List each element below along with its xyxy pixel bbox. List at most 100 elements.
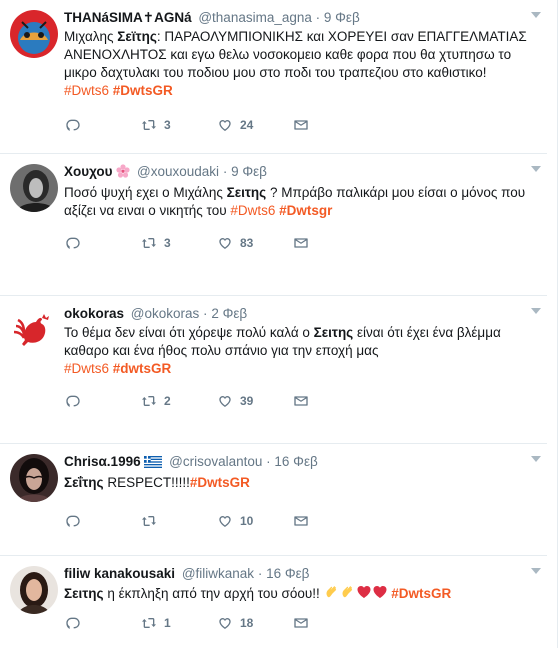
red-heart-emoji: [372, 584, 388, 605]
direct-message-button[interactable]: [292, 615, 368, 631]
tweet-text: Σεΐτης RESPECT!!!!!#DwtsGR: [64, 474, 539, 492]
reply-icon: [64, 117, 82, 133]
retweet-count: 3: [164, 236, 171, 250]
avatar[interactable]: [10, 164, 58, 212]
tweet[interactable]: okokoras @okokoras · 2 Φεβ Το θέμα δεν ε…: [0, 296, 547, 444]
reply-icon: [64, 235, 82, 251]
like-button[interactable]: 18: [216, 615, 292, 631]
tweet-text-part: RESPECT!!!!!: [103, 475, 190, 490]
highlighted-term: Σειτης: [226, 185, 267, 200]
tweet-header: filiw kanakousaki @filiwkanak · 16 Φεβ: [64, 565, 539, 583]
display-name[interactable]: Χουχου: [64, 164, 113, 179]
tweet-actions: 1 18: [64, 614, 368, 632]
tweet-actions: 3 83: [64, 234, 368, 252]
hashtag-link[interactable]: #Dwts6: [64, 361, 109, 376]
display-name[interactable]: Chrisα.1996: [64, 454, 141, 469]
retweet-button[interactable]: [140, 513, 216, 529]
retweet-icon: [140, 235, 158, 251]
tweet[interactable]: THANáSIMA✝AGNá @thanasima_agna · 9 Φεβ Μ…: [0, 0, 547, 154]
user-handle[interactable]: @xouxoudaki: [137, 164, 219, 179]
retweet-button[interactable]: 1: [140, 615, 216, 631]
tweet-text-part: Μιχαλης: [64, 29, 118, 44]
reply-button[interactable]: [64, 615, 140, 631]
tweet-timestamp[interactable]: 16 Φεβ: [274, 454, 317, 469]
heart-icon: [216, 117, 234, 133]
like-button[interactable]: 24: [216, 117, 292, 133]
reply-button[interactable]: [64, 513, 140, 529]
highlighted-term: Σεϊτης: [117, 29, 157, 44]
hashtag-link[interactable]: #dwtsGR: [113, 361, 172, 376]
reply-button[interactable]: [64, 393, 140, 409]
display-name[interactable]: okokoras: [64, 306, 124, 321]
separator-dot: ·: [257, 566, 263, 581]
tweet[interactable]: Χουχου @xouxoudaki · 9 Φεβ Ποσό ψυχή εχε…: [0, 154, 547, 296]
heart-icon: [216, 393, 234, 409]
retweet-button[interactable]: 3: [140, 235, 216, 251]
tweet-text-part: η έκπληξη από την αρχή του σόου!!: [103, 586, 324, 601]
like-count: 10: [240, 514, 254, 528]
retweet-count: 3: [164, 118, 171, 132]
tweet-timestamp[interactable]: 16 Φεβ: [266, 566, 309, 581]
direct-message-button[interactable]: [292, 393, 368, 409]
reply-icon: [64, 615, 82, 631]
tweet-timestamp[interactable]: 9 Φεβ: [324, 10, 360, 25]
hashtag-link[interactable]: #DwtsGR: [391, 586, 451, 601]
like-button[interactable]: 10: [216, 513, 292, 529]
heart-icon: [216, 513, 234, 529]
avatar[interactable]: [10, 10, 58, 58]
like-count: 18: [240, 616, 254, 630]
like-button[interactable]: 39: [216, 393, 292, 409]
avatar[interactable]: [10, 306, 58, 354]
display-name[interactable]: THANáSIMA✝AGNá: [64, 10, 192, 25]
like-count: 83: [240, 236, 254, 250]
tweet-text-part: Το θέμα δεν είναι ότι χόρεψε πολύ καλά ο: [64, 325, 314, 340]
heart-icon: [216, 615, 234, 631]
tweet-text: Σειτης η έκπληξη από την αρχή του σόου!!…: [64, 584, 539, 605]
retweet-button[interactable]: 2: [140, 393, 216, 409]
tweet-timestamp[interactable]: 9 Φεβ: [231, 164, 267, 179]
direct-message-button[interactable]: [292, 235, 368, 251]
clapping-hands-emoji: [324, 584, 340, 605]
hashtag-link[interactable]: #DwtsGR: [113, 83, 173, 98]
direct-message-button[interactable]: [292, 513, 368, 529]
hashtag-link[interactable]: #Dwtsgr: [279, 203, 332, 218]
highlighted-term: Σεΐτης: [64, 475, 104, 490]
tweet-text: Ποσό ψυχή εχει ο Μιχάλης Σειτης ? Μπράβο…: [64, 184, 539, 220]
separator-dot: ·: [222, 164, 228, 179]
separator-dot: ·: [315, 10, 321, 25]
hashtag-link[interactable]: #Dwts6: [64, 83, 109, 98]
hashtag-link[interactable]: #DwtsGR: [190, 475, 250, 490]
tweet[interactable]: filiw kanakousaki @filiwkanak · 16 Φεβ Σ…: [0, 556, 547, 648]
highlighted-term: Σειτης: [64, 586, 104, 601]
avatar[interactable]: [10, 454, 58, 502]
cherry-blossom-emoji: [116, 164, 130, 183]
direct-message-icon: [292, 235, 310, 251]
reply-button[interactable]: [64, 117, 140, 133]
tweet-text: Το θέμα δεν είναι ότι χόρεψε πολύ καλά ο…: [64, 324, 539, 378]
reply-icon: [64, 393, 82, 409]
user-handle[interactable]: @thanasima_agna: [198, 10, 312, 25]
user-handle[interactable]: @okokoras: [131, 306, 199, 321]
like-count: 39: [240, 394, 254, 408]
like-button[interactable]: 83: [216, 235, 292, 251]
direct-message-icon: [292, 117, 310, 133]
separator-dot: ·: [266, 454, 271, 469]
user-handle[interactable]: @crisovalantou: [169, 454, 262, 469]
retweet-icon: [140, 513, 158, 529]
tweet-timestamp[interactable]: 2 Φεβ: [211, 306, 247, 321]
greek-flag-emoji: [144, 455, 163, 473]
tweet-actions: 3 24: [64, 116, 368, 134]
tweet[interactable]: Chrisα.1996 @crisovalantou · 16 Φεβ Σεΐτ…: [0, 444, 547, 556]
direct-message-icon: [292, 615, 310, 631]
display-name[interactable]: filiw kanakousaki: [64, 566, 175, 581]
user-handle[interactable]: @filiwkanak: [182, 566, 254, 581]
reply-button[interactable]: [64, 235, 140, 251]
clapping-hands-emoji: [340, 584, 356, 605]
direct-message-button[interactable]: [292, 117, 368, 133]
hashtag-link[interactable]: #Dwts6: [230, 203, 275, 218]
separator-dot: ·: [203, 306, 208, 321]
retweet-button[interactable]: 3: [140, 117, 216, 133]
tweet-feed: THANáSIMA✝AGNá @thanasima_agna · 9 Φεβ Μ…: [0, 0, 558, 648]
avatar[interactable]: [10, 566, 58, 614]
tweet-actions: 10: [64, 512, 368, 530]
